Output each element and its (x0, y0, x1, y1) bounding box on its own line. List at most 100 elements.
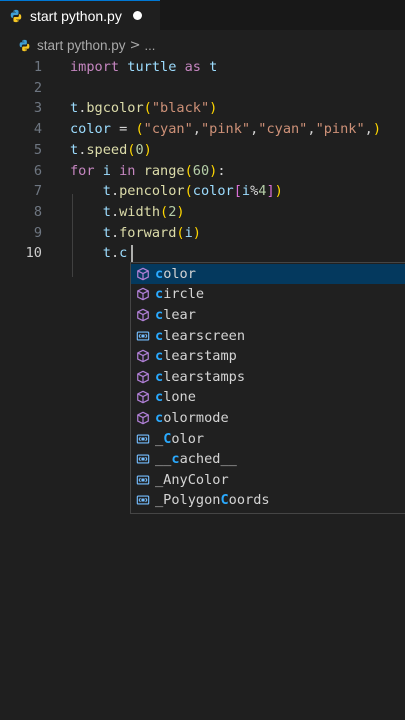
code-line[interactable]: 8 t.width(2) (0, 202, 405, 223)
code-line[interactable]: 6 for i in range(60): (0, 161, 405, 182)
code-line[interactable]: 3 t.bgcolor("black") (0, 98, 405, 119)
code-line[interactable]: 5 t.speed(0) (0, 140, 405, 161)
code-token: ) (209, 100, 218, 117)
code-token: "pink" (315, 121, 365, 138)
tab-start-python[interactable]: start python.py (0, 0, 160, 30)
code-text: for i in range(60): (70, 161, 226, 182)
code-line[interactable]: 4 color = ("cyan","pink","cyan","pink",) (0, 119, 405, 140)
code-token: ( (160, 203, 169, 220)
code-line[interactable]: 9 t.forward(i) (0, 223, 405, 244)
code-token: , (192, 121, 201, 138)
code-line[interactable]: 1 import turtle as t (0, 57, 405, 78)
code-token: for (70, 162, 95, 179)
suggestion-label: color (155, 266, 196, 282)
code-token: turtle (127, 59, 177, 75)
suggestion-item[interactable]: color (131, 263, 405, 285)
suggestion-label: _Color (155, 431, 204, 447)
suggestion-item[interactable]: clearscreen (131, 325, 405, 346)
code-token: . (110, 224, 120, 241)
suggestion-item[interactable]: colormode (131, 408, 405, 429)
code-token: i (184, 224, 193, 241)
code-token: . (110, 203, 120, 220)
suggestion-item[interactable]: clone (131, 387, 405, 408)
code-token: as (184, 59, 201, 75)
code-token: t (70, 141, 79, 158)
suggestion-label-after: olor (163, 265, 196, 282)
line-number: 9 (33, 224, 42, 241)
suggestion-label: circle (155, 286, 204, 302)
breadcrumb-more[interactable]: ... (144, 38, 155, 53)
breadcrumb: start python.py > ... (0, 34, 405, 56)
code-token: = (110, 121, 136, 138)
code-token: speed (86, 141, 128, 158)
code-text: t.forward(i) (70, 223, 201, 244)
code-token: . (110, 245, 120, 262)
unsaved-dot-icon[interactable] (132, 11, 142, 20)
suggestion-item[interactable]: _PolygonCoords (131, 490, 405, 511)
code-token: . (110, 183, 120, 200)
suggestion-label-after: olormode (163, 409, 229, 426)
suggestion-label-match: c (155, 286, 164, 303)
line-number: 3 (33, 100, 42, 117)
line-number: 8 (33, 203, 42, 220)
code-token: "cyan" (143, 121, 193, 138)
suggestion-widget[interactable]: color circle clear clearscreen clearstamp cle… (130, 262, 405, 514)
code-token: t (70, 100, 79, 117)
cube-icon (136, 390, 150, 404)
code-token: ) (143, 141, 152, 158)
code-token: t (102, 245, 111, 262)
variable-icon (136, 452, 150, 466)
suggestion-label: colormode (155, 410, 229, 426)
suggestion-label-match: c (155, 265, 164, 282)
variable-icon (136, 493, 150, 507)
suggestion-label-match: c (155, 327, 164, 344)
suggestion-item[interactable]: clear (131, 305, 405, 326)
code-token: , (307, 121, 316, 138)
code-token: , (364, 121, 373, 138)
python-file-icon (9, 9, 23, 23)
suggestion-item[interactable]: circle (131, 284, 405, 305)
code-line[interactable]: 7 t.pencolor(color[i%4]) (0, 181, 405, 202)
suggestion-label-after: lear (163, 306, 196, 323)
suggestion-label-match: c (155, 409, 164, 426)
suggestion-label-before: _ (155, 430, 164, 447)
tab-label: start python.py (30, 7, 122, 24)
code-token: import (70, 59, 120, 75)
code-token: "pink" (200, 121, 251, 138)
suggestion-item[interactable]: clearstamp (131, 346, 405, 367)
variable-icon (136, 329, 150, 343)
code-line[interactable]: 10 t.c (0, 243, 405, 264)
suggestion-label-after: learstamp (163, 348, 237, 365)
code-text: t.bgcolor("black") (70, 98, 217, 119)
code-token: i (241, 183, 251, 200)
indent-guide (72, 194, 73, 277)
suggestion-item[interactable]: _AnyColor (131, 470, 405, 491)
suggestion-label-match: c (171, 451, 180, 468)
suggestion-item[interactable]: __cached__ (131, 449, 405, 470)
line-number: 5 (33, 141, 42, 158)
cube-icon (136, 267, 150, 281)
code-token: ( (184, 183, 193, 200)
line-number: 2 (33, 79, 42, 96)
suggestion-label-match: c (155, 368, 164, 385)
code-text: t.width(2) (70, 202, 185, 223)
suggestion-label: _AnyColor (155, 472, 229, 488)
code-token: "cyan" (258, 121, 308, 138)
suggestion-label-after: ircle (163, 286, 205, 303)
suggestion-item[interactable]: _Color (131, 428, 405, 449)
suggestion-label: clearscreen (155, 328, 245, 344)
line-number: 7 (33, 183, 42, 200)
line-number: 10 (25, 245, 42, 262)
suggestion-label-before: _Polygon (155, 492, 221, 509)
breadcrumb-file[interactable]: start python.py (37, 38, 126, 53)
code-line[interactable]: 2 (0, 78, 405, 99)
suggestion-item[interactable]: clearstamps (131, 367, 405, 388)
code-text: import turtle as t (70, 57, 217, 78)
line-number: 4 (33, 121, 42, 138)
code-text: color = ("cyan","pink","cyan","pink",) (70, 119, 381, 140)
cube-icon (136, 370, 150, 384)
